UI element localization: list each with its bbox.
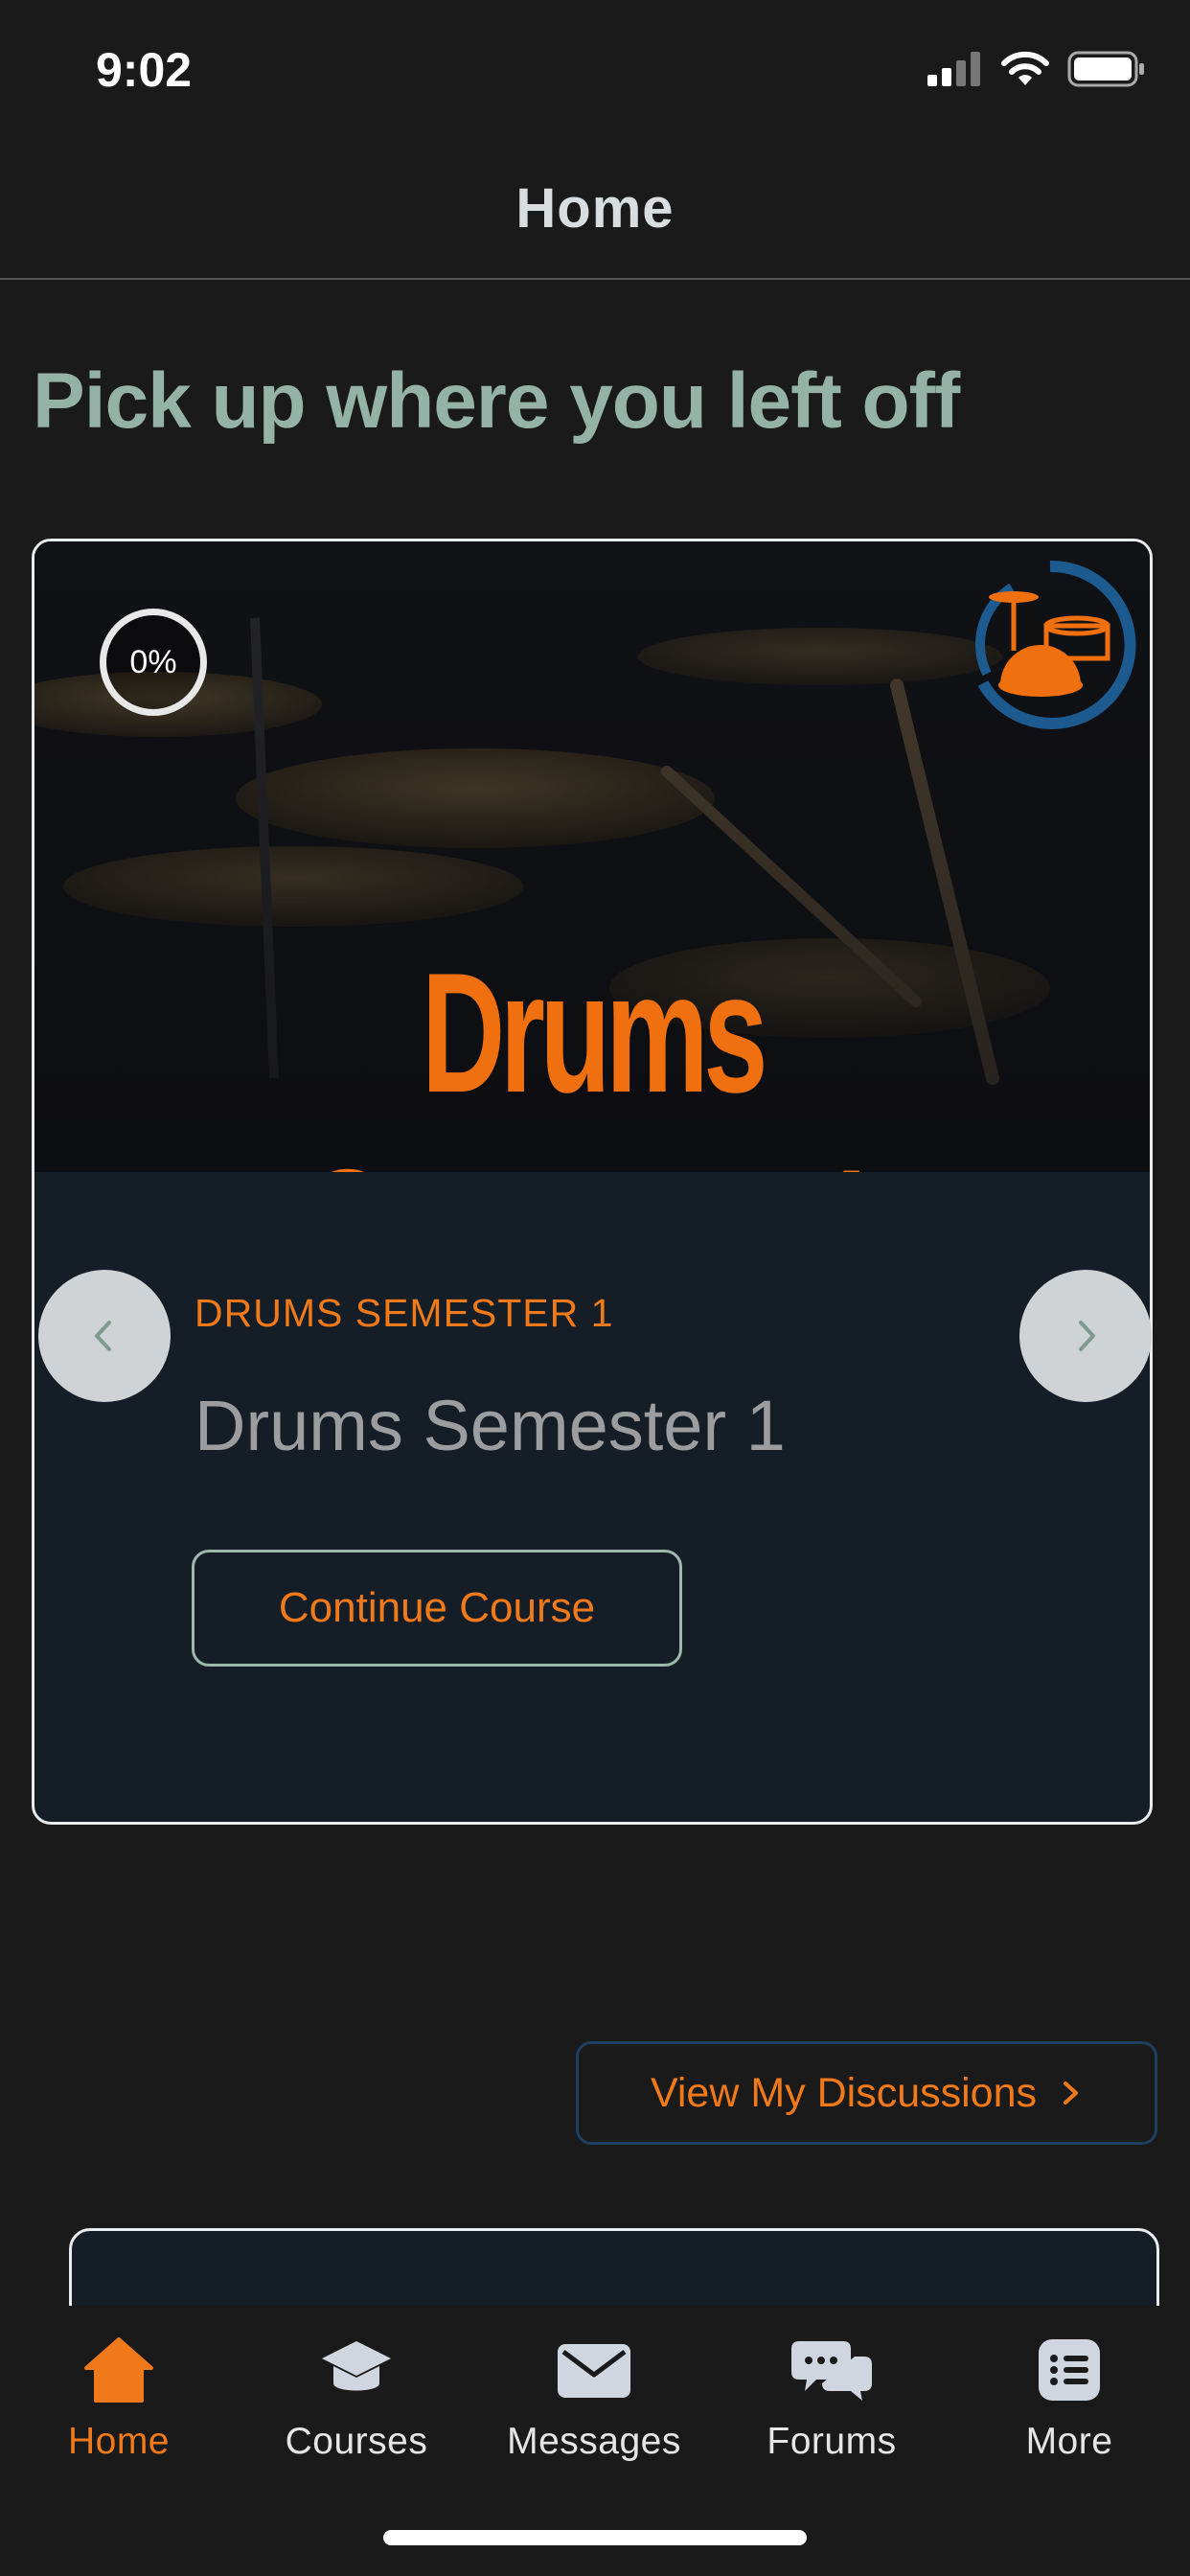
chevron-right-icon — [1064, 2082, 1079, 2104]
tab-home-label: Home — [67, 2421, 171, 2462]
view-discussions-button[interactable]: View My Discussions — [576, 2041, 1157, 2145]
tab-forums-label: Forums — [767, 2421, 897, 2462]
battery-icon — [1067, 51, 1144, 87]
status-time: 9:02 — [96, 43, 193, 97]
chat-bubbles-icon — [791, 2341, 872, 2401]
section-title: Pick up where you left off — [33, 357, 960, 445]
continue-course-button[interactable]: Continue Course — [192, 1550, 682, 1667]
list-icon — [1039, 2339, 1100, 2401]
chevron-right-icon — [1079, 1321, 1095, 1351]
tab-courses-label: Courses — [285, 2421, 428, 2462]
tab-forums[interactable]: Forums — [713, 2329, 950, 2472]
course-cover-image[interactable]: 0% Drums Semester 1 — [34, 541, 1150, 1172]
carousel-prev-button[interactable] — [38, 1270, 171, 1402]
tab-more[interactable]: More — [950, 2329, 1188, 2472]
nav-header: Home — [0, 144, 1190, 280]
home-icon — [84, 2337, 153, 2403]
chevron-left-icon — [95, 1321, 111, 1351]
signal-icon — [927, 52, 980, 86]
status-icons — [927, 50, 1146, 88]
wifi-icon — [1001, 51, 1049, 85]
drum-logo-icon — [975, 560, 1136, 729]
tab-messages[interactable]: Messages — [475, 2329, 713, 2472]
tab-messages-label: Messages — [507, 2421, 681, 2462]
progress-indicator: 0% — [100, 609, 207, 716]
tab-home[interactable]: Home — [0, 2329, 238, 2472]
graduation-cap-icon — [322, 2341, 391, 2391]
home-indicator[interactable] — [383, 2530, 807, 2545]
envelope-icon — [558, 2344, 630, 2398]
tab-courses[interactable]: Courses — [238, 2329, 475, 2472]
page-title: Home — [515, 177, 675, 240]
status-bar: 9:02 — [0, 0, 1190, 144]
view-discussions-label: View My Discussions — [650, 2069, 1038, 2116]
carousel-next-button[interactable] — [1019, 1270, 1152, 1402]
tab-more-label: More — [1025, 2421, 1113, 2462]
course-category-label: DRUMS SEMESTER 1 — [195, 1291, 614, 1335]
course-title: Drums Semester 1 — [195, 1386, 786, 1465]
course-card-body: DRUMS SEMESTER 1 Drums Semester 1 — [34, 1172, 1150, 1822]
cover-title-text: Drums Semester 1 — [309, 937, 881, 1172]
